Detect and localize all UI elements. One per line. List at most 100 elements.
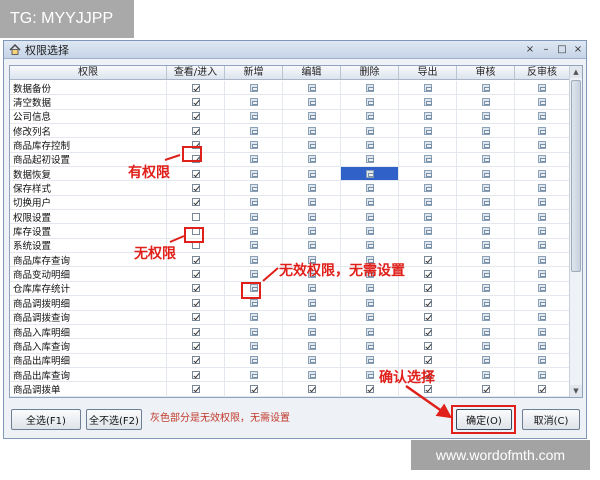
permission-checkbox[interactable]: [191, 356, 200, 365]
disabled-checkbox-icon: [423, 126, 432, 135]
permission-checkbox[interactable]: [365, 384, 374, 393]
permission-name: 权限设置: [10, 210, 167, 224]
permission-checkbox[interactable]: [423, 356, 432, 365]
permission-checkbox[interactable]: [191, 112, 200, 121]
disabled-checkbox-icon: [249, 98, 258, 107]
permission-checkbox[interactable]: [191, 126, 200, 135]
cell-audit: [457, 382, 515, 396]
cancel-button[interactable]: 取消(C): [522, 409, 580, 430]
permission-name: 商品入库单: [10, 396, 167, 397]
col-header-permission[interactable]: 权限: [10, 66, 167, 79]
select-all-button[interactable]: 全选(F1): [11, 409, 81, 430]
disabled-checkbox-icon: [307, 198, 316, 207]
disabled-checkbox-icon: [249, 198, 258, 207]
select-none-button[interactable]: 全不选(F2): [86, 409, 142, 430]
cell-add: [225, 367, 283, 382]
disabled-checkbox-icon: [538, 241, 546, 250]
col-header-unaudit[interactable]: 反审核: [515, 66, 570, 79]
permission-checkbox[interactable]: [481, 384, 490, 393]
permission-checkbox[interactable]: [423, 298, 432, 307]
disabled-checkbox-icon: [307, 327, 316, 336]
cell-unaudit: [515, 152, 570, 167]
cell-export: [399, 324, 457, 339]
permission-checkbox[interactable]: [191, 212, 200, 221]
cell-delete: [341, 138, 399, 152]
table-row: 修改列名: [10, 124, 570, 139]
disabled-checkbox-icon: [538, 327, 546, 336]
cell-export: [399, 81, 457, 95]
col-header-view[interactable]: 查看/进入: [167, 66, 225, 79]
disabled-checkbox-icon: [538, 98, 546, 107]
cell-view: [167, 95, 225, 109]
cell-add: [225, 353, 283, 367]
disabled-checkbox-icon: [365, 169, 374, 178]
permission-name: 商品调拨查询: [10, 310, 167, 324]
permission-checkbox[interactable]: [307, 384, 316, 393]
scroll-up-arrow-icon[interactable]: ▲: [570, 66, 582, 78]
col-header-add[interactable]: 新增: [225, 66, 283, 79]
window-close-small-button[interactable]: ×: [522, 44, 538, 55]
disabled-checkbox-icon: [307, 112, 316, 121]
permission-checkbox[interactable]: [191, 83, 200, 92]
disabled-checkbox-icon: [249, 270, 258, 279]
disabled-checkbox-icon: [249, 241, 258, 250]
disabled-checkbox-icon: [423, 241, 432, 250]
permission-checkbox[interactable]: [538, 384, 546, 393]
confirm-label: 确认选择: [379, 370, 435, 386]
window-close-button[interactable]: ×: [570, 44, 586, 55]
scroll-down-arrow-icon[interactable]: ▼: [570, 385, 582, 397]
permission-checkbox[interactable]: [191, 184, 200, 193]
cell-export: [399, 267, 457, 281]
disabled-checkbox-icon: [249, 112, 258, 121]
cell-view: [167, 353, 225, 367]
table-row: 商品入库明细: [10, 324, 570, 340]
disabled-checkbox-icon: [307, 169, 316, 178]
permission-checkbox[interactable]: [191, 313, 200, 322]
permission-name: 保存样式: [10, 181, 167, 195]
permission-checkbox[interactable]: [191, 284, 200, 293]
window-maximize-button[interactable]: □: [554, 44, 570, 55]
col-header-export[interactable]: 导出: [399, 66, 457, 79]
col-header-edit[interactable]: 编辑: [283, 66, 341, 79]
permission-checkbox[interactable]: [191, 298, 200, 307]
cell-delete: [341, 296, 399, 310]
permission-checkbox[interactable]: [191, 341, 200, 350]
disabled-checkbox-icon: [365, 370, 374, 379]
disabled-checkbox-icon: [423, 155, 432, 164]
scroll-thumb[interactable]: [571, 80, 581, 272]
permission-checkbox[interactable]: [191, 270, 200, 279]
disabled-checkbox-icon: [365, 126, 374, 135]
permission-checkbox[interactable]: [423, 284, 432, 293]
cell-add: [225, 253, 283, 267]
window-minimize-button[interactable]: –: [538, 44, 554, 55]
permission-checkbox[interactable]: [249, 384, 258, 393]
disabled-checkbox-icon: [307, 370, 316, 379]
cell-delete: [341, 310, 399, 324]
col-header-audit[interactable]: 审核: [457, 66, 515, 79]
disabled-checkbox-icon: [538, 169, 546, 178]
vertical-scrollbar[interactable]: ▲ ▼: [569, 66, 582, 397]
disabled-checkbox-icon: [481, 141, 490, 150]
cell-export: [399, 281, 457, 296]
permission-checkbox[interactable]: [423, 313, 432, 322]
permission-checkbox[interactable]: [191, 169, 200, 178]
permission-checkbox[interactable]: [423, 270, 432, 279]
permission-checkbox[interactable]: [191, 327, 200, 336]
permission-checkbox[interactable]: [423, 255, 432, 264]
col-header-delete[interactable]: 删除: [341, 66, 399, 79]
permission-checkbox[interactable]: [191, 98, 200, 107]
permission-checkbox[interactable]: [423, 327, 432, 336]
cell-delete: [341, 124, 399, 138]
disabled-checkbox-icon: [538, 212, 546, 221]
cell-export: [399, 238, 457, 253]
permission-checkbox[interactable]: [191, 370, 200, 379]
permission-checkbox[interactable]: [191, 198, 200, 207]
permission-checkbox[interactable]: [423, 341, 432, 350]
disabled-checkbox-icon: [538, 370, 546, 379]
cell-unaudit: [515, 281, 570, 296]
cell-view: [167, 81, 225, 95]
permission-checkbox[interactable]: [191, 384, 200, 393]
cell-edit: [283, 210, 341, 224]
cell-export: [399, 152, 457, 167]
permission-checkbox[interactable]: [191, 255, 200, 264]
